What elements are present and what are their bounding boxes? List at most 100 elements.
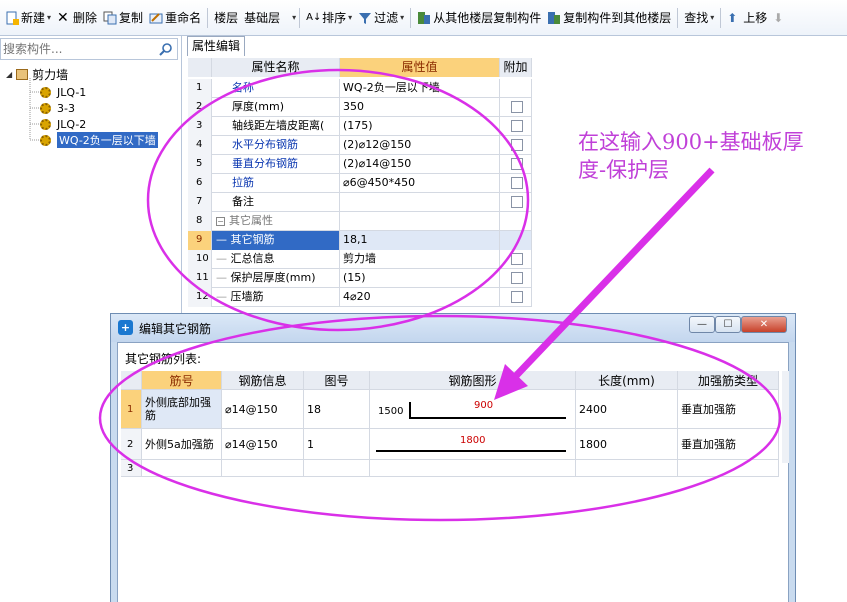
- dialog-body: 其它钢筋列表: 筋号 钢筋信息 图号 钢筋图形 长度(mm) 加强筋类型 1 外…: [117, 342, 789, 602]
- tree-root-node[interactable]: ◢ 剪力墙: [6, 66, 68, 82]
- property-value[interactable]: 剪力墙: [340, 250, 500, 269]
- table-scrollbar[interactable]: [782, 371, 789, 463]
- header-figure-no[interactable]: 图号: [304, 371, 370, 389]
- property-row[interactable]: 4 水平分布钢筋 (2)⌀12@150: [188, 136, 532, 155]
- figure-no-cell[interactable]: 1: [304, 429, 370, 459]
- extra-checkbox[interactable]: [511, 196, 523, 208]
- sort-button[interactable]: A↓ 排序 ▾: [303, 7, 355, 29]
- property-value[interactable]: (175): [340, 117, 500, 136]
- header-length[interactable]: 长度(mm): [576, 371, 678, 389]
- property-header-row: 属性名称 属性值 附加: [188, 58, 532, 77]
- reinforce-type-cell[interactable]: 垂直加强筋: [678, 429, 779, 459]
- bar-no-cell[interactable]: 外侧5a加强筋: [142, 429, 222, 459]
- toolbar-separator: [299, 7, 301, 28]
- copy-to-floor-icon: [547, 11, 561, 25]
- length-cell[interactable]: 2400: [576, 390, 678, 428]
- copy-button[interactable]: 复制: [100, 7, 146, 29]
- property-row-selected[interactable]: 9 — 其它钢筋 18,1: [188, 231, 532, 250]
- rebar-row[interactable]: 1 外侧底部加强筋 ⌀14@150 18 1500 900 2400 垂直加强筋: [121, 390, 779, 429]
- extra-checkbox[interactable]: [511, 158, 523, 170]
- tab-property-edit[interactable]: 属性编辑: [187, 36, 245, 56]
- gear-icon: [40, 86, 51, 98]
- property-row[interactable]: 11 — 保护层厚度(mm) (15): [188, 269, 532, 288]
- header-corner: [188, 58, 212, 77]
- filter-button[interactable]: 过滤 ▾: [355, 7, 407, 29]
- extra-checkbox[interactable]: [511, 272, 523, 284]
- property-row[interactable]: 12 — 压墙筋 4⌀20: [188, 288, 532, 307]
- rebar-row[interactable]: 2 外侧5a加强筋 ⌀14@150 1 1800 1800 垂直加强筋: [121, 429, 779, 460]
- rebar-info-cell[interactable]: ⌀14@150: [222, 390, 304, 428]
- close-button[interactable]: ✕: [741, 316, 787, 333]
- rename-button[interactable]: 重命名: [146, 7, 204, 29]
- property-value[interactable]: [340, 193, 500, 212]
- gear-icon: [40, 134, 51, 146]
- copy-to-floor-button[interactable]: 复制构件到其他楼层: [544, 7, 674, 29]
- property-row[interactable]: 1 名称 WQ-2负一层以下墙: [188, 79, 532, 98]
- property-value[interactable]: (2)⌀14@150: [340, 155, 500, 174]
- delete-button[interactable]: ✕ 删除: [54, 7, 100, 29]
- minimize-button[interactable]: —: [689, 316, 715, 333]
- property-row[interactable]: 6 拉筋 ⌀6@450*450: [188, 174, 532, 193]
- property-row[interactable]: 2 厚度(mm) 350: [188, 98, 532, 117]
- extra-checkbox[interactable]: [511, 101, 523, 113]
- extra-checkbox[interactable]: [511, 120, 523, 132]
- header-bar-no[interactable]: 筋号: [142, 371, 222, 389]
- extra-checkbox[interactable]: [511, 177, 523, 189]
- rebar-list-label: 其它钢筋列表:: [125, 352, 202, 366]
- dialog-title-bar[interactable]: + 编辑其它钢筋 — ☐ ✕: [111, 314, 795, 342]
- rebar-shape-drawing: [409, 402, 566, 419]
- move-up-button[interactable]: ⬆ 上移: [724, 7, 770, 29]
- extra-checkbox[interactable]: [511, 291, 523, 303]
- copy-from-floor-button[interactable]: 从其他楼层复制构件: [414, 7, 544, 29]
- arrow-up-icon: ⬆: [727, 10, 738, 25]
- floor-label: 楼层: [214, 11, 239, 25]
- dropdown-arrow-icon: ▾: [710, 13, 715, 22]
- property-value[interactable]: (2)⌀12@150: [340, 136, 500, 155]
- property-value[interactable]: ⌀6@450*450: [340, 174, 500, 193]
- bar-no-cell[interactable]: 外侧底部加强筋: [142, 390, 222, 428]
- tree-item-jlq-1[interactable]: JLQ-1: [40, 84, 86, 100]
- header-rebar-shape[interactable]: 钢筋图形: [370, 371, 576, 389]
- new-button[interactable]: 新建 ▾: [2, 7, 54, 29]
- collapse-icon[interactable]: ◢: [6, 70, 12, 79]
- property-value[interactable]: 4⌀20: [340, 288, 500, 307]
- rebar-info-cell[interactable]: ⌀14@150: [222, 429, 304, 459]
- new-icon: [5, 11, 19, 25]
- extra-checkbox[interactable]: [511, 139, 523, 151]
- reinforce-type-cell[interactable]: 垂直加强筋: [678, 390, 779, 428]
- tree-item-jlq-2[interactable]: JLQ-2: [40, 116, 86, 132]
- extra-checkbox[interactable]: [511, 253, 523, 265]
- dropdown-arrow-icon: ▾: [400, 13, 405, 22]
- property-row[interactable]: 5 垂直分布钢筋 (2)⌀14@150: [188, 155, 532, 174]
- property-value[interactable]: WQ-2负一层以下墙: [340, 79, 500, 98]
- copy-from-floor-icon: [417, 11, 431, 25]
- property-value[interactable]: (15): [340, 269, 500, 288]
- length-cell[interactable]: 1800: [576, 429, 678, 459]
- property-row[interactable]: 3 轴线距左墙皮距离( (175): [188, 117, 532, 136]
- maximize-button[interactable]: ☐: [715, 316, 741, 333]
- figure-no-cell[interactable]: 18: [304, 390, 370, 428]
- rebar-shape-cell[interactable]: 1500 900: [370, 390, 576, 428]
- property-value[interactable]: 350: [340, 98, 500, 117]
- collapse-group-icon[interactable]: −: [216, 217, 225, 226]
- search-icon[interactable]: [159, 42, 173, 56]
- find-button[interactable]: 查找 ▾: [681, 7, 717, 29]
- filter-icon: [358, 11, 372, 25]
- property-group-row[interactable]: 8 − 其它属性: [188, 212, 532, 231]
- search-box: [0, 38, 178, 60]
- property-row[interactable]: 7 备注: [188, 193, 532, 212]
- search-input[interactable]: [1, 42, 151, 56]
- header-reinforce-type[interactable]: 加强筋类型: [678, 371, 779, 389]
- floor-select[interactable]: 基础层 ▾: [241, 7, 296, 29]
- tree-item-wq-2[interactable]: WQ-2负一层以下墙: [40, 132, 158, 148]
- header-rebar-info[interactable]: 钢筋信息: [222, 371, 304, 389]
- rebar-row-empty[interactable]: 3: [121, 460, 779, 477]
- toolbar-separator: [720, 7, 722, 28]
- dialog-title: 编辑其它钢筋: [139, 322, 212, 336]
- property-row[interactable]: 10 — 汇总信息 剪力墙: [188, 250, 532, 269]
- tree-item-3-3[interactable]: 3-3: [40, 100, 75, 116]
- toolbar: 新建 ▾ ✕ 删除 复制 重命名 楼层 基础层 ▾ A↓ 排序 ▾ 过滤 ▾ 从其他楼层…: [0, 0, 847, 36]
- move-down-button[interactable]: ⬇: [770, 7, 792, 29]
- property-value[interactable]: 18,1: [340, 231, 500, 250]
- rebar-shape-cell[interactable]: 1800: [370, 429, 576, 459]
